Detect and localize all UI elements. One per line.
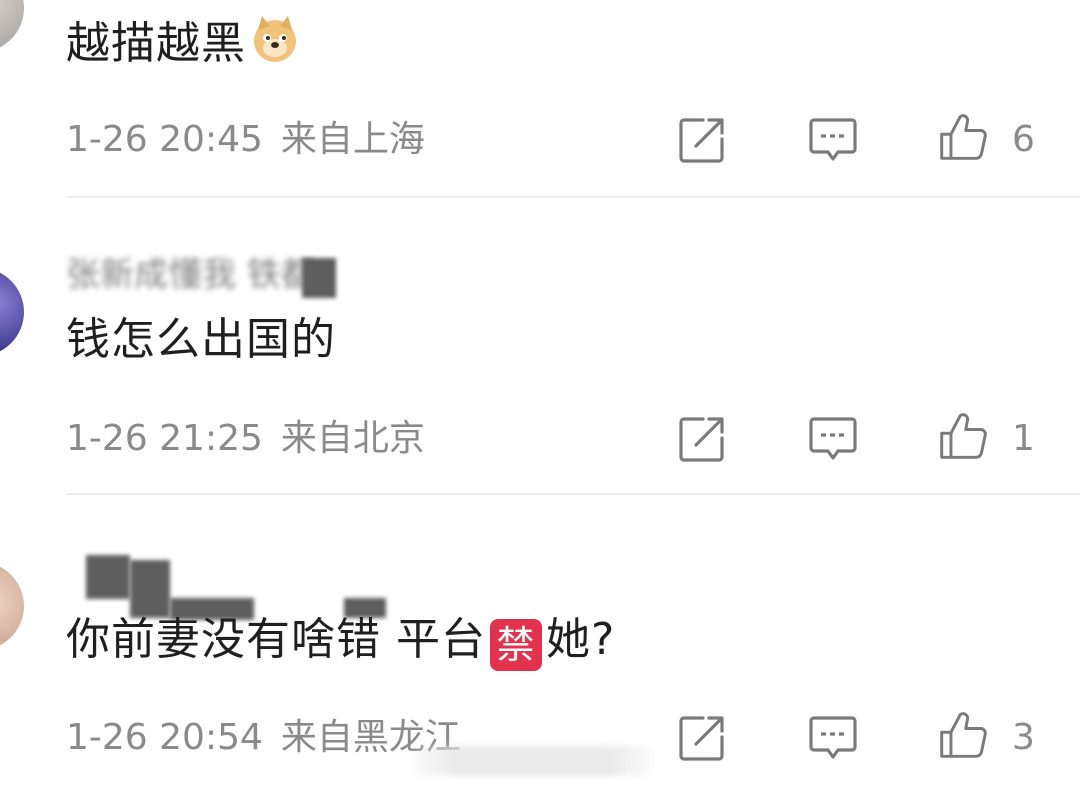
username[interactable]: 张新成懂我 铁都 [66,255,315,295]
doge-icon [254,16,296,62]
comment-meta: 1-26 20:54 来自黑龙江 [66,716,461,760]
like-count: 3 [1012,717,1035,758]
timestamp: 1-26 20:54 [66,717,263,758]
like-count: 6 [1012,119,1035,160]
timestamp: 1-26 21:25 [66,418,263,459]
username-mosaic [302,258,336,298]
comment-body: 越描越黑 [66,18,246,69]
location: 来自北京 [280,418,425,459]
share-icon[interactable] [677,713,727,763]
watermark [405,746,660,776]
comment-meta: 1-26 20:45 来自上海 [66,118,425,162]
reply-icon[interactable] [808,115,858,165]
comment-text: 你前妻没有啥错 平台禁她? [66,612,615,671]
username-mosaic [86,555,130,599]
comment-body: 你前妻没有啥错 平台 [66,614,486,665]
thumbs-up-icon[interactable] [938,710,988,760]
divider [66,493,1080,495]
avatar[interactable] [0,562,24,650]
username-mosaic [130,560,170,618]
thumbs-up-icon[interactable] [938,411,988,461]
reply-icon[interactable] [808,414,858,464]
avatar[interactable] [0,268,24,356]
comment-body-end: 她? [546,614,616,665]
comment-text: 越描越黑 [66,14,300,72]
share-icon[interactable] [677,414,727,464]
comment-text: 钱怎么出国的 [66,314,336,365]
location: 来自上海 [280,119,425,160]
like-count: 1 [1012,418,1035,459]
avatar[interactable] [0,0,24,52]
share-icon[interactable] [677,115,727,165]
divider [66,196,1080,198]
ban-emoji-icon: 禁 [490,619,542,671]
comment-meta: 1-26 21:25 来自北京 [66,417,425,461]
timestamp: 1-26 20:45 [66,119,263,160]
thumbs-up-icon[interactable] [938,112,988,162]
comment-list: 越描越黑 1-26 20:45 来自上海 6 张新成懂我 铁都 钱怎么出国的 1… [0,0,1080,788]
reply-icon[interactable] [808,713,858,763]
